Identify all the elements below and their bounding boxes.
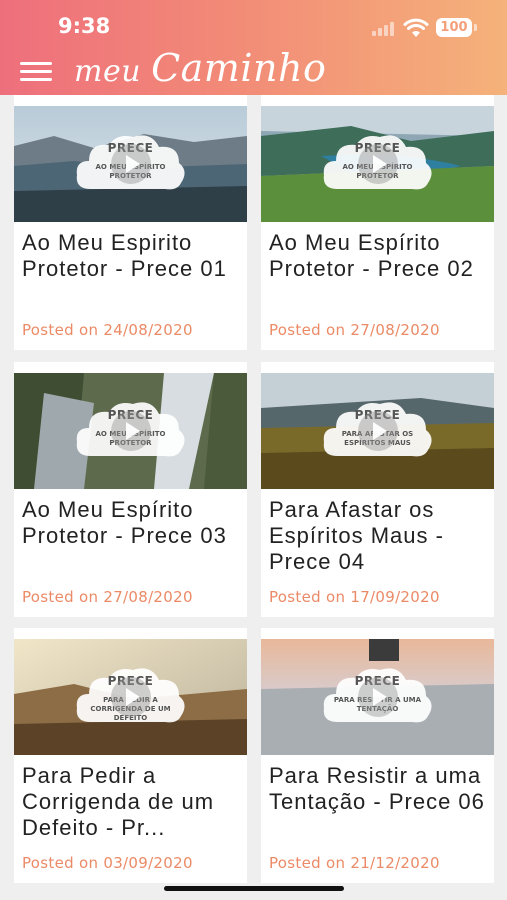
post-date: Posted on 21/12/2020: [269, 854, 440, 872]
home-indicator[interactable]: [164, 886, 344, 891]
post-card[interactable]: PRECE AO MEU ESPÍRITO PROTETOR Ao Meu Es…: [14, 95, 247, 350]
post-thumbnail[interactable]: PRECE AO MEU ESPÍRITO PROTETOR: [14, 373, 247, 489]
post-title: Ao Meu Espírito Protetor - Prece 03: [22, 497, 227, 548]
play-icon[interactable]: [110, 677, 151, 717]
post-thumbnail[interactable]: PRECE AO MEU ESPÍRITO PROTETOR: [261, 106, 494, 222]
post-title: Para Afastar os Espíritos Maus - Prece 0…: [269, 497, 444, 574]
post-date: Posted on 27/08/2020: [22, 588, 193, 606]
play-icon[interactable]: [357, 677, 398, 717]
app-title: meu Caminho: [74, 46, 326, 90]
post-title: Para Pedir a Corrigenda de um Defeito - …: [22, 763, 215, 840]
play-icon[interactable]: [357, 411, 398, 451]
post-card[interactable]: PRECE AO MEU ESPÍRITO PROTETOR Ao Meu Es…: [261, 95, 494, 350]
post-title: Ao Meu Espírito Protetor - Prece 02: [269, 230, 474, 281]
play-icon[interactable]: [110, 144, 151, 184]
post-title: Para Resistir a uma Tentação - Prece 06: [269, 763, 485, 814]
cellular-signal-icon: [372, 22, 394, 36]
post-card[interactable]: PRECE PARA RESISTIR A UMA TENTAÇÃO Para …: [261, 628, 494, 883]
app-header: 9:38 100 meu Caminho: [0, 0, 507, 95]
status-time: 9:38: [58, 14, 111, 38]
post-date: Posted on 24/08/2020: [22, 321, 193, 339]
posts-grid: PRECE AO MEU ESPÍRITO PROTETOR Ao Meu Es…: [0, 95, 507, 900]
post-card[interactable]: PRECE PARA AFASTAR OS ESPÍRITOS MAUS Par…: [261, 362, 494, 617]
post-card[interactable]: PRECE AO MEU ESPÍRITO PROTETOR Ao Meu Es…: [14, 362, 247, 617]
post-title: Ao Meu Espirito Protetor - Prece 01: [22, 230, 227, 281]
play-icon[interactable]: [110, 411, 151, 451]
battery-tip: [474, 24, 477, 31]
post-thumbnail[interactable]: PRECE PARA PEDIR A CORRIGENDA DE UM DEFE…: [14, 639, 247, 755]
play-icon[interactable]: [357, 144, 398, 184]
post-card[interactable]: PRECE PARA PEDIR A CORRIGENDA DE UM DEFE…: [14, 628, 247, 883]
app-title-main: Caminho: [151, 46, 327, 90]
post-date: Posted on 17/09/2020: [269, 588, 440, 606]
post-date: Posted on 27/08/2020: [269, 321, 440, 339]
battery-icon: 100: [436, 18, 472, 37]
hamburger-menu-icon[interactable]: [20, 62, 54, 82]
post-thumbnail[interactable]: PRECE PARA RESISTIR A UMA TENTAÇÃO: [261, 639, 494, 755]
wifi-icon: [403, 18, 429, 37]
post-date: Posted on 03/09/2020: [22, 854, 193, 872]
app-title-prefix: meu: [74, 54, 142, 89]
post-thumbnail[interactable]: PRECE AO MEU ESPÍRITO PROTETOR: [14, 106, 247, 222]
post-thumbnail[interactable]: PRECE PARA AFASTAR OS ESPÍRITOS MAUS: [261, 373, 494, 489]
